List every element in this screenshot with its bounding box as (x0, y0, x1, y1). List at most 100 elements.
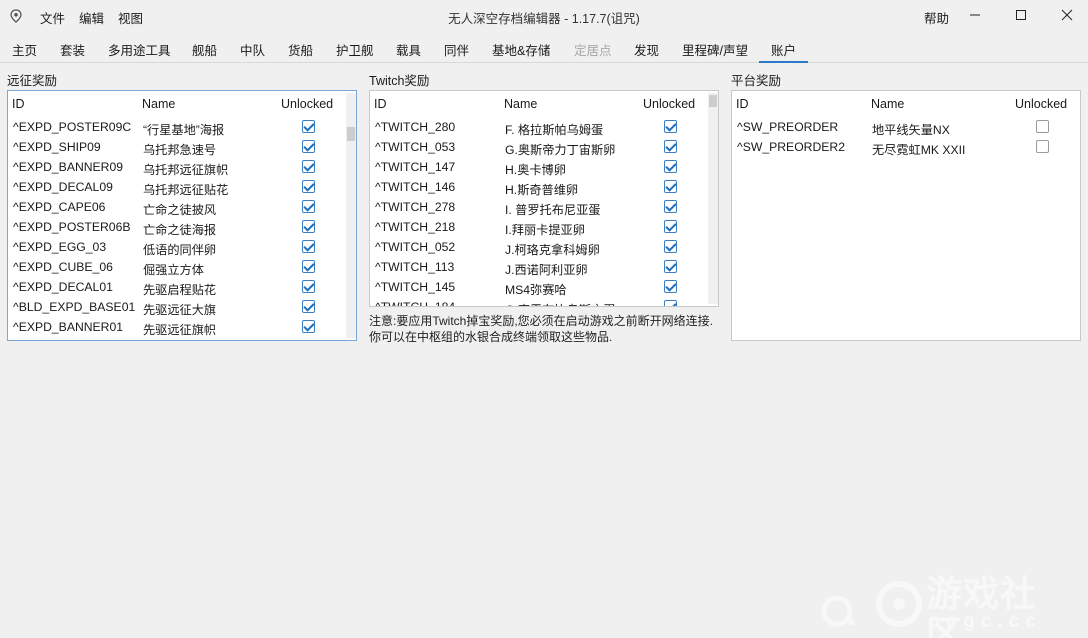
twitch-note: 注意:要应用Twitch掉宝奖励,您必须在启动游戏之前断开网络连接. 你可以在中… (369, 313, 713, 345)
minimize-button[interactable] (952, 0, 998, 30)
table-row[interactable]: ^EXPD_CUBE_06 倔强立方体 (8, 257, 356, 277)
row-name: 先驱远征大旗 (143, 303, 217, 317)
table-row[interactable]: ^TWITCH_280 F. 格拉斯帕乌姆蛋 (370, 117, 718, 137)
unlocked-checkbox[interactable] (664, 120, 677, 133)
row-id: ^SW_PREORDER2 (737, 140, 845, 154)
row-name: I.拜丽卡提亚卵 (505, 223, 585, 237)
tab-home[interactable]: 主页 (12, 40, 37, 59)
tab-vehicles[interactable]: 载具 (396, 40, 421, 59)
unlocked-checkbox[interactable] (1036, 140, 1049, 153)
row-name: 乌托邦远征旗帜 (143, 163, 229, 177)
row-id: ^TWITCH_053 (375, 140, 456, 154)
unlocked-checkbox[interactable] (664, 280, 677, 293)
unlocked-checkbox[interactable] (664, 260, 677, 273)
unlocked-checkbox[interactable] (302, 200, 315, 213)
row-id: ^TWITCH_280 (375, 120, 456, 134)
unlocked-checkbox[interactable] (664, 180, 677, 193)
tab-multitool[interactable]: 多用途工具 (108, 40, 171, 59)
close-button[interactable] (1044, 0, 1088, 30)
unlocked-checkbox[interactable] (302, 300, 315, 313)
column-header-name[interactable]: Name (504, 97, 537, 111)
close-icon (1061, 9, 1073, 21)
table-row[interactable]: ^SW_PREORDER2 无尽霓虹MK XXII (732, 137, 1080, 157)
row-id: ^EXPD_DECAL09 (13, 180, 113, 194)
row-id: ^TWITCH_113 (375, 260, 455, 274)
table-row[interactable]: ^TWITCH_145 MS4弥赛哈 (370, 277, 718, 297)
menu-help[interactable]: 帮助 (924, 8, 949, 27)
table-row[interactable]: ^TWITCH_053 G.奥斯帝力丁宙斯卵 (370, 137, 718, 157)
unlocked-checkbox[interactable] (302, 220, 315, 233)
unlocked-checkbox[interactable] (664, 240, 677, 253)
table-row[interactable]: ^EXPD_DECAL09 乌托邦远征贴花 (8, 177, 356, 197)
tab-freighter[interactable]: 货船 (288, 40, 313, 59)
tab-milestones[interactable]: 里程碑/声望 (682, 40, 748, 59)
twitch-rewards-table[interactable]: ID Name Unlocked ^TWITCH_280 F. 格拉斯帕乌姆蛋 ^T… (369, 90, 719, 307)
table-row[interactable]: ^TWITCH_147 H.奥卡博卵 (370, 157, 718, 177)
expedition-scroll-thumb[interactable] (347, 127, 355, 141)
unlocked-checkbox[interactable] (302, 120, 315, 133)
table-row[interactable]: ^EXPD_BANNER01 先驱远征旗帜 (8, 317, 356, 337)
table-row[interactable]: ^EXPD_DECAL01 先驱启程贴花 (8, 277, 356, 297)
twitch-note-line2: 你可以在中枢组的水银合成终端领取这些物品. (369, 330, 613, 344)
unlocked-checkbox[interactable] (664, 200, 677, 213)
twitch-scrollbar[interactable] (708, 93, 718, 304)
row-id: ^EXPD_POSTER09C (13, 120, 132, 134)
column-header-unlocked[interactable]: Unlocked (1015, 97, 1067, 111)
column-header-id[interactable]: ID (12, 97, 25, 111)
unlocked-checkbox[interactable] (302, 240, 315, 253)
unlocked-checkbox[interactable] (302, 260, 315, 273)
column-header-name[interactable]: Name (142, 97, 175, 111)
maximize-button[interactable] (998, 0, 1044, 30)
twitch-scroll-thumb[interactable] (709, 95, 717, 107)
table-row[interactable]: ^TWITCH_113 J.西诺阿利亚卵 (370, 257, 718, 277)
tab-exosuit[interactable]: 套装 (60, 40, 85, 59)
platform-rewards-label: 平台奖励 (731, 74, 782, 88)
table-row[interactable]: ^EXPD_POSTER06B 亡命之徒海报 (8, 217, 356, 237)
table-row[interactable]: ^BLD_EXPD_BASE01 先驱远征大旗 (8, 297, 356, 317)
watermark-subtext: oogc.cc (928, 611, 1042, 632)
platform-rewards-table[interactable]: ID Name Unlocked ^SW_PREORDER 地平线矢量NX ^SW_… (731, 90, 1081, 341)
unlocked-checkbox[interactable] (664, 140, 677, 153)
unlocked-checkbox[interactable] (302, 180, 315, 193)
row-id: ^TWITCH_147 (375, 160, 456, 174)
column-header-id[interactable]: ID (374, 97, 387, 111)
tab-companions[interactable]: 同伴 (444, 40, 469, 59)
row-name: 亡命之徒海报 (143, 223, 217, 237)
expedition-rewards-table[interactable]: ID Name Unlocked ^EXPD_POSTER09C “行星基地”海报… (7, 90, 357, 341)
table-row[interactable]: ^EXPD_EGG_03 低语的同伴卵 (8, 237, 356, 257)
table-row[interactable]: ^EXPD_POSTER09C “行星基地”海报 (8, 117, 356, 137)
tab-account[interactable]: 账户 (758, 40, 809, 63)
column-header-unlocked[interactable]: Unlocked (281, 97, 333, 111)
maximize-icon (1016, 10, 1026, 20)
row-name: H.奥卡博卵 (505, 163, 566, 177)
unlocked-checkbox[interactable] (302, 160, 315, 173)
tab-starships[interactable]: 舰船 (192, 40, 217, 59)
table-row[interactable]: ^TWITCH_218 I.拜丽卡提亚卵 (370, 217, 718, 237)
tab-bases-storage[interactable]: 基地&存储 (492, 40, 550, 59)
unlocked-checkbox[interactable] (664, 220, 677, 233)
table-row[interactable]: ^EXPD_SHIP09 乌托邦急速号 (8, 137, 356, 157)
unlocked-checkbox[interactable] (302, 140, 315, 153)
table-row[interactable]: ^EXPD_BANNER09 乌托邦远征旗帜 (8, 157, 356, 177)
table-row[interactable]: ^TWITCH_052 J.柯珞克拿科姆卵 (370, 237, 718, 257)
tab-discovery[interactable]: 发现 (634, 40, 659, 59)
tab-frigates[interactable]: 护卫舰 (336, 40, 374, 59)
table-row[interactable]: ^TWITCH_146 H.斯奇普维卵 (370, 177, 718, 197)
column-header-unlocked[interactable]: Unlocked (643, 97, 695, 111)
unlocked-checkbox[interactable] (664, 300, 677, 306)
unlocked-checkbox[interactable] (302, 280, 315, 293)
row-name: 先驱启程贴花 (143, 283, 217, 297)
table-row[interactable]: ^TWITCH_278 I. 普罗托布尼亚蛋 (370, 197, 718, 217)
table-row[interactable]: ^EXPD_CAPE06 亡命之徒披风 (8, 197, 356, 217)
expedition-scrollbar[interactable] (346, 93, 356, 338)
tab-squadron[interactable]: 中队 (240, 40, 265, 59)
column-header-name[interactable]: Name (871, 97, 904, 111)
row-id: ^BLD_EXPD_BASE01 (13, 300, 136, 314)
table-row[interactable]: ^SW_PREORDER 地平线矢量NX (732, 117, 1080, 137)
column-header-id[interactable]: ID (736, 97, 749, 111)
unlocked-checkbox[interactable] (302, 320, 315, 333)
row-id: ^EXPD_BANNER09 (13, 160, 124, 174)
unlocked-checkbox[interactable] (664, 160, 677, 173)
table-row[interactable]: ^TWITCH_184 O.克雷布比乌斯之蛋 (370, 297, 718, 306)
unlocked-checkbox[interactable] (1036, 120, 1049, 133)
